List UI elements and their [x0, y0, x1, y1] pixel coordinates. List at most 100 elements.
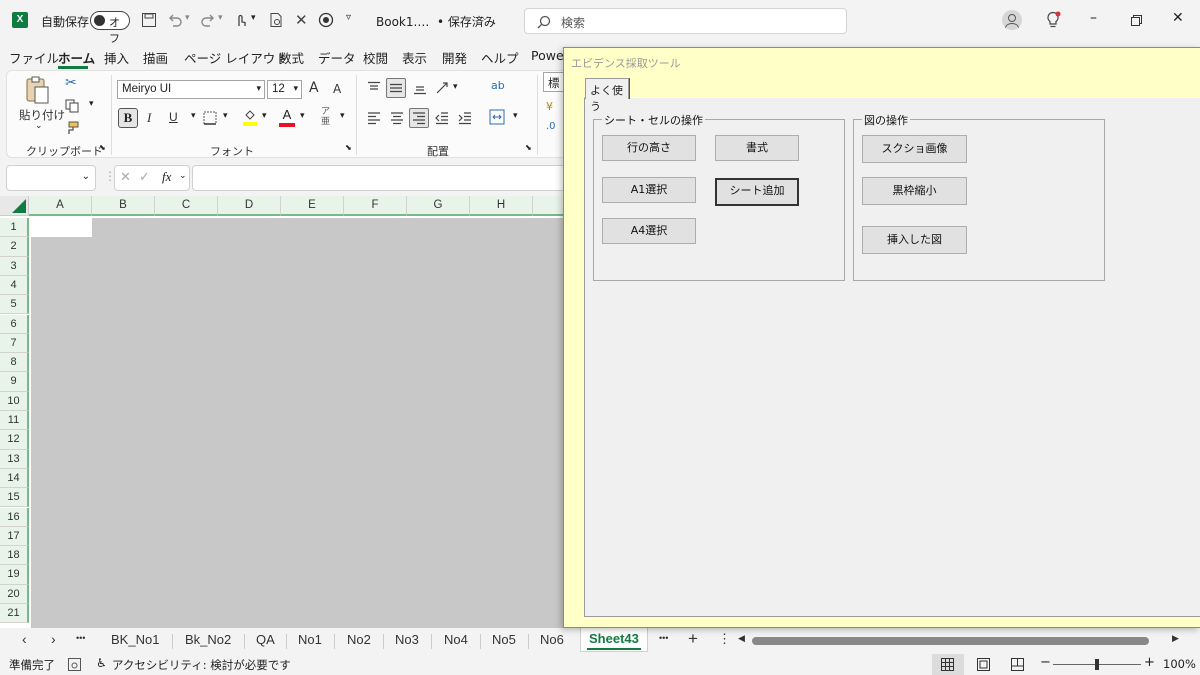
more-tabs-right[interactable]: •••: [659, 633, 668, 643]
active-sheet-tab[interactable]: Sheet43: [580, 628, 648, 652]
row-header[interactable]: 1: [0, 218, 29, 238]
tab-page-layout[interactable]: ページ レイアウト: [184, 48, 288, 67]
cells-area[interactable]: [31, 218, 564, 628]
horizontal-scrollbar[interactable]: [752, 637, 1149, 645]
alignment-launcher-icon[interactable]: ⬊: [525, 143, 532, 152]
format-button[interactable]: 書式: [715, 135, 799, 161]
inserted-image-button[interactable]: 挿入した図: [862, 226, 967, 254]
accessibility-status[interactable]: アクセシビリティ: 検討が必要です: [112, 657, 291, 673]
column-header-g[interactable]: G: [407, 196, 470, 216]
orientation-dropdown-icon[interactable]: ▾: [453, 82, 458, 92]
enter-icon[interactable]: ✓: [139, 170, 150, 185]
window-close-icon[interactable]: ✕: [1172, 10, 1184, 26]
font-grow-icon[interactable]: A: [309, 80, 319, 96]
touch-dropdown-icon[interactable]: ▾: [251, 13, 256, 23]
row-header[interactable]: 12: [0, 430, 29, 450]
shrink-border-button[interactable]: 黒枠縮小: [862, 177, 967, 205]
macro-record-icon[interactable]: [68, 658, 81, 671]
paste-dropdown-icon[interactable]: ⌄: [35, 121, 43, 131]
account-avatar-icon[interactable]: [1002, 10, 1022, 30]
name-box[interactable]: ⌄: [6, 165, 96, 191]
row-header[interactable]: 2: [0, 237, 29, 257]
sheet-tab[interactable]: Bk_No2: [185, 632, 231, 647]
sheet-tab[interactable]: QA: [256, 632, 275, 647]
row-header[interactable]: 20: [0, 584, 29, 604]
add-sheet-button[interactable]: シート追加: [715, 178, 799, 206]
row-header[interactable]: 3: [0, 256, 29, 276]
font-size-select[interactable]: 12 ▾: [267, 80, 302, 99]
redo-icon[interactable]: [200, 12, 216, 28]
currency-icon[interactable]: ¥: [546, 100, 553, 113]
column-header-b[interactable]: B: [92, 196, 155, 216]
fill-color-icon[interactable]: [243, 109, 257, 127]
active-cell-a1[interactable]: [31, 218, 92, 237]
row-header[interactable]: 8: [0, 353, 29, 373]
border-dropdown-icon[interactable]: ▾: [223, 111, 228, 121]
underline-button[interactable]: U: [169, 110, 178, 124]
record-icon[interactable]: [318, 12, 334, 28]
align-top-icon[interactable]: [367, 81, 381, 95]
close-x-icon[interactable]: ✕: [295, 11, 308, 29]
tab-data[interactable]: データ: [318, 48, 356, 67]
copy-dropdown-icon[interactable]: ▾: [89, 99, 94, 109]
tab-file[interactable]: ファイル: [9, 48, 59, 67]
sheet-tab[interactable]: No4: [444, 632, 468, 647]
align-right-button[interactable]: [409, 108, 429, 128]
row-height-button[interactable]: 行の高さ: [602, 135, 696, 161]
font-color-button[interactable]: A: [279, 107, 295, 127]
tab-formulas[interactable]: 数式: [279, 48, 304, 67]
row-header[interactable]: 15: [0, 488, 29, 508]
zoom-slider-thumb[interactable]: [1095, 659, 1099, 670]
tab-insert[interactable]: 挿入: [104, 48, 129, 67]
view-page-layout-icon[interactable]: [977, 658, 990, 671]
indent-increase-icon[interactable]: [458, 111, 472, 125]
lightbulb-icon[interactable]: [1045, 11, 1061, 29]
clipboard-launcher-icon[interactable]: ⬊: [99, 143, 106, 152]
more-tabs-left[interactable]: •••: [76, 633, 85, 643]
underline-dropdown-icon[interactable]: ▾: [191, 111, 196, 121]
orientation-icon[interactable]: [435, 81, 449, 95]
print-preview-icon[interactable]: [268, 12, 284, 28]
format-painter-icon[interactable]: [65, 121, 79, 135]
tab-developer[interactable]: 開発: [442, 48, 467, 67]
align-left-icon[interactable]: [367, 111, 381, 125]
column-header-i[interactable]: [533, 196, 564, 216]
row-header[interactable]: 4: [0, 275, 29, 296]
row-header[interactable]: 6: [0, 314, 29, 334]
scroll-left-icon[interactable]: ‹: [22, 631, 27, 647]
sheet-tab[interactable]: BK_No1: [111, 632, 159, 647]
tab-home[interactable]: ホーム: [58, 48, 95, 67]
align-bottom-icon[interactable]: [413, 81, 427, 95]
autosave-toggle[interactable]: オフ: [90, 11, 130, 45]
accessibility-icon[interactable]: ♿: [96, 656, 107, 670]
hscroll-right-icon[interactable]: ▶: [1172, 633, 1179, 644]
scroll-right-icon[interactable]: ›: [51, 631, 56, 647]
document-title[interactable]: Book1.… • 保存済み: [376, 13, 496, 30]
font-color-dropdown-icon[interactable]: ▾: [300, 111, 305, 121]
zoom-level[interactable]: 100%: [1163, 657, 1196, 671]
row-header[interactable]: 13: [0, 449, 29, 469]
redo-dropdown-icon[interactable]: ▾: [218, 13, 223, 23]
bold-button[interactable]: B: [118, 108, 138, 128]
undo-icon[interactable]: [167, 12, 183, 28]
view-normal-button[interactable]: [932, 654, 964, 675]
sheet-tab[interactable]: No2: [347, 632, 371, 647]
paste-icon[interactable]: [24, 75, 50, 105]
save-icon[interactable]: [141, 12, 157, 28]
select-a1-button[interactable]: A1選択: [602, 177, 696, 203]
tab-options-icon[interactable]: ⋮: [718, 631, 731, 647]
tab-frequent[interactable]: よく使う: [585, 78, 629, 113]
add-sheet-button[interactable]: +: [688, 629, 698, 649]
touch-mode-icon[interactable]: [233, 12, 249, 28]
zoom-out-button[interactable]: −: [1040, 655, 1051, 670]
cancel-icon[interactable]: ✕: [120, 170, 131, 185]
tab-view[interactable]: 表示: [402, 48, 427, 67]
column-header-h[interactable]: H: [470, 196, 533, 216]
select-a4-button[interactable]: A4選択: [602, 218, 696, 244]
row-header[interactable]: 10: [0, 391, 29, 411]
hscroll-left-icon[interactable]: ◀: [738, 633, 745, 644]
undo-dropdown-icon[interactable]: ▾: [185, 13, 190, 23]
screenshot-button[interactable]: スクショ画像: [862, 135, 967, 163]
select-all-corner[interactable]: [0, 196, 29, 216]
font-name-select[interactable]: Meiryo UI ▾: [117, 80, 265, 99]
